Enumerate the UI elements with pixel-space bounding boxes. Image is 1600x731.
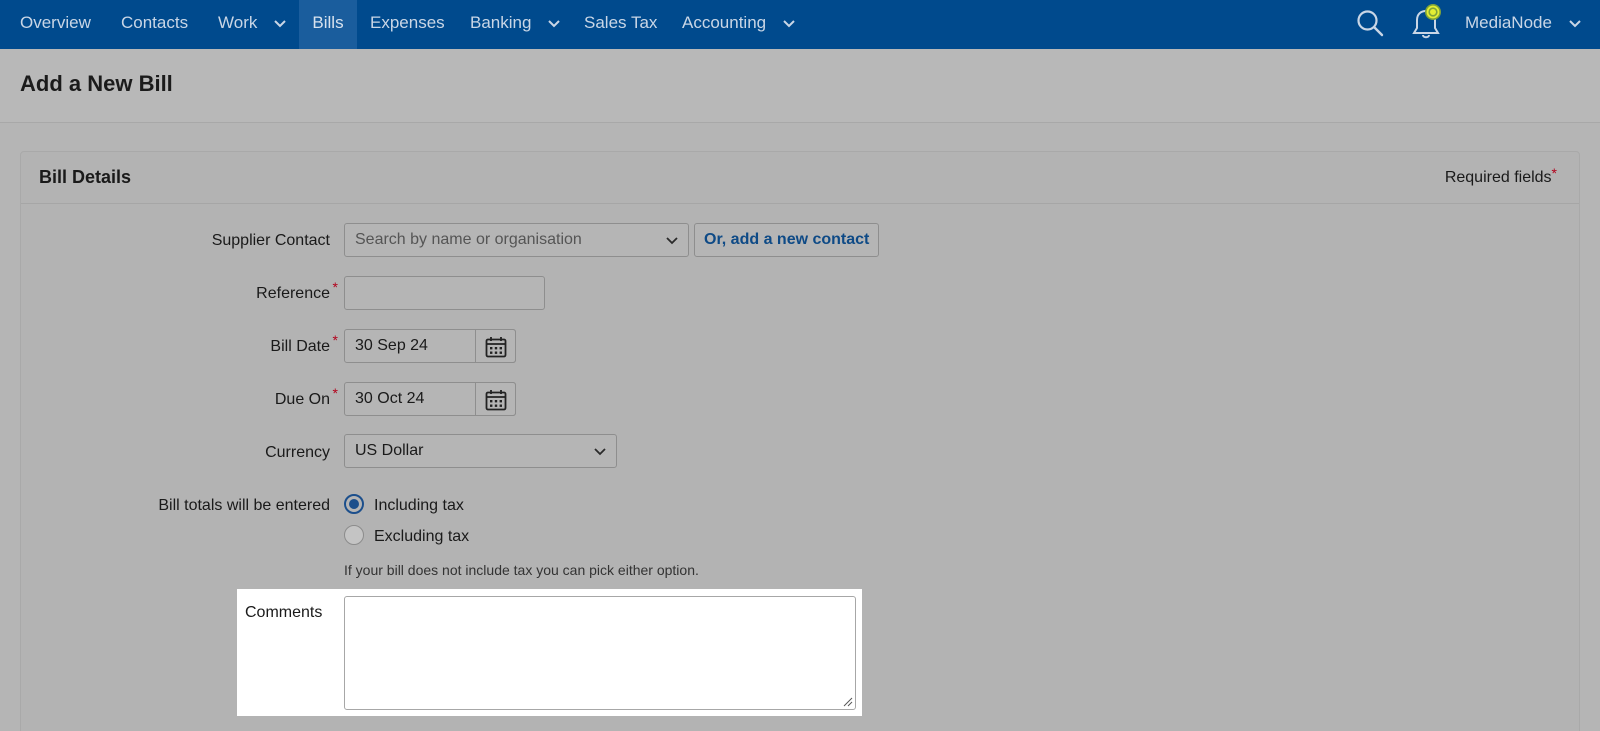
top-nav: Overview Contacts Work Bills Expenses Ba… <box>0 0 1600 49</box>
bill-date-picker-button[interactable] <box>475 329 516 363</box>
calendar-icon <box>485 390 507 411</box>
comments-label: Comments <box>245 604 323 621</box>
nav-contacts[interactable]: Contacts <box>121 0 188 49</box>
nav-overview-label: Overview <box>20 13 91 32</box>
notifications-button[interactable] <box>1408 0 1448 49</box>
nav-accounting[interactable]: Accounting <box>682 0 795 49</box>
nav-expenses[interactable]: Expenses <box>370 0 445 49</box>
excluding-tax-label[interactable]: Excluding tax <box>374 528 469 546</box>
required-star: * <box>332 332 338 348</box>
supplier-contact-select[interactable]: Search by name or organisation <box>344 223 689 257</box>
bill-totals-label: Bill totals will be entered <box>158 497 330 515</box>
search-icon <box>1357 10 1384 37</box>
page-title: Add a New Bill <box>20 71 173 96</box>
required-star: * <box>332 279 338 295</box>
including-tax-label[interactable]: Including tax <box>374 497 464 515</box>
nav-bills-label: Bills <box>312 13 344 32</box>
supplier-contact-label-text: Supplier Contact <box>211 232 330 249</box>
tax-hint: If your bill does not include tax you ca… <box>344 562 699 578</box>
chevron-down-icon <box>783 19 795 27</box>
due-on-picker-button[interactable] <box>475 382 516 416</box>
nav-work[interactable]: Work <box>218 0 286 49</box>
card-header: Bill Details Required fields* <box>21 152 1579 204</box>
nav-sales-tax[interactable]: Sales Tax <box>584 0 657 49</box>
notification-bell-icon <box>1412 4 1441 39</box>
nav-overview[interactable]: Overview <box>20 0 91 49</box>
comments-textarea[interactable] <box>344 596 856 710</box>
add-new-contact-label: Or, add a new contact <box>704 231 870 248</box>
currency-label-text: Currency <box>265 444 330 461</box>
nav-expenses-label: Expenses <box>370 13 445 32</box>
required-star: * <box>1551 165 1557 181</box>
add-new-contact-button[interactable]: Or, add a new contact <box>694 223 880 257</box>
due-on-value: 30 Oct 24 <box>355 390 425 407</box>
due-on-input[interactable]: 30 Oct 24 <box>344 382 516 416</box>
bill-date-value: 30 Sep 24 <box>355 337 428 354</box>
required-fields-note: Required fields* <box>1444 165 1557 187</box>
bill-totals-label-text: Bill totals will be entered <box>158 497 330 514</box>
reference-label: Reference * <box>256 279 338 303</box>
bill-date-label-text: Bill Date <box>270 338 330 355</box>
account-menu[interactable]: MediaNode <box>1465 0 1581 49</box>
currency-label: Currency <box>265 444 330 462</box>
chevron-down-icon <box>548 19 560 27</box>
search-button[interactable] <box>1354 0 1388 49</box>
chevron-down-icon <box>666 237 678 245</box>
required-fields-label: Required fields <box>1444 169 1552 186</box>
reference-label-text: Reference <box>256 285 330 302</box>
resize-handle-icon[interactable] <box>843 697 853 707</box>
card-title: Bill Details <box>39 167 132 187</box>
nav-banking-label: Banking <box>470 13 532 32</box>
due-on-label: Due On * <box>274 385 338 409</box>
reference-input[interactable] <box>344 276 545 310</box>
nav-accounting-label: Accounting <box>682 13 767 32</box>
currency-select[interactable]: US Dollar <box>344 434 617 468</box>
nav-banking[interactable]: Banking <box>470 0 560 49</box>
supplier-placeholder: Search by name or organisation <box>355 231 582 248</box>
nav-sales-tax-label: Sales Tax <box>584 13 658 32</box>
nav-work-label: Work <box>218 13 258 32</box>
currency-value: US Dollar <box>355 442 424 459</box>
excluding-tax-radio[interactable] <box>344 525 364 545</box>
account-name: MediaNode <box>1465 13 1552 32</box>
required-star: * <box>332 385 338 401</box>
nav-contacts-label: Contacts <box>121 13 189 32</box>
including-tax-radio[interactable] <box>344 494 364 514</box>
calendar-icon <box>485 337 507 358</box>
chevron-down-icon <box>274 19 286 27</box>
due-on-label-text: Due On <box>274 391 330 408</box>
bill-date-input[interactable]: 30 Sep 24 <box>344 329 516 363</box>
chevron-down-icon <box>1568 19 1581 27</box>
nav-bills[interactable]: Bills <box>299 0 357 49</box>
page-header: Add a New Bill <box>0 49 1600 123</box>
supplier-contact-label: Supplier Contact <box>212 232 330 250</box>
chevron-down-icon <box>594 448 606 456</box>
bill-date-label: Bill Date * <box>270 332 338 356</box>
